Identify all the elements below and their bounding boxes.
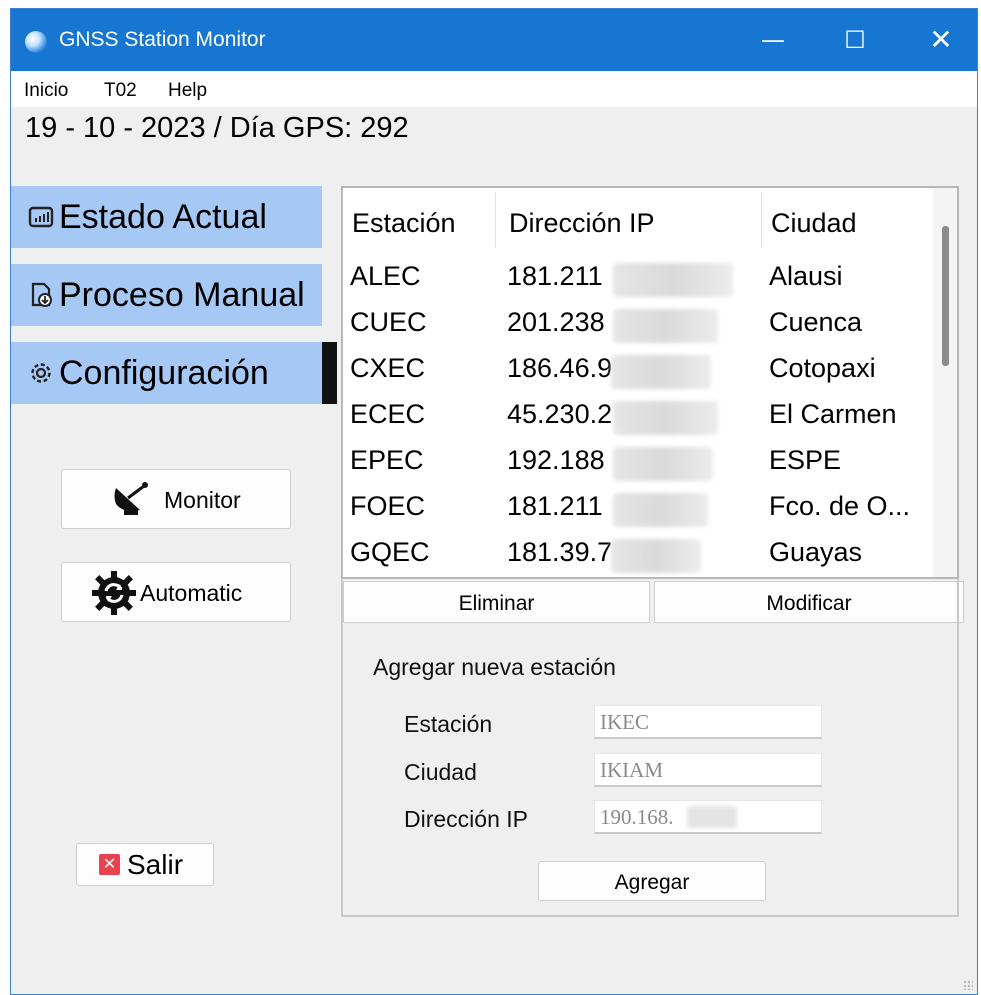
nav-estado-actual[interactable]: Estado Actual [11, 186, 322, 248]
table-row[interactable]: CXEC 186.46.9 Cotopaxi [343, 349, 933, 395]
cell-station: EPEC [350, 445, 424, 475]
active-indicator [322, 342, 337, 404]
ip-label: Dirección IP [404, 806, 528, 832]
menu-bar: Inicio T02 Help [11, 71, 977, 107]
redacted-ip [613, 401, 718, 435]
salir-button[interactable]: ✕ Salir [76, 843, 214, 886]
col-header-ciudad[interactable]: Ciudad [771, 208, 857, 239]
table-row[interactable]: EPEC 192.188 ESPE [343, 441, 933, 487]
cell-city: El Carmen [769, 399, 897, 429]
menu-t02[interactable]: T02 [104, 80, 137, 102]
salir-button-label: Salir [127, 849, 184, 880]
monitor-button-label: Monitor [164, 487, 241, 513]
scrollbar-thumb[interactable] [942, 226, 949, 366]
minimize-button[interactable]: — [743, 19, 803, 61]
redacted-ip [687, 806, 737, 828]
nav-proceso-manual[interactable]: Proceso Manual [11, 264, 322, 326]
column-separator [495, 192, 496, 248]
monitor-icon [27, 189, 55, 228]
station-field[interactable]: IKEC [594, 705, 822, 739]
automatic-button-label: Automatic [140, 580, 243, 606]
table-row[interactable]: GQEC 181.39.7 Guayas [343, 533, 933, 577]
nav-label: Estado Actual [59, 198, 267, 236]
menu-help[interactable]: Help [168, 80, 207, 102]
cell-ip: 186.46.9 [507, 353, 613, 383]
cell-city: Guayas [769, 537, 863, 567]
cell-ip: 181.39.7 [507, 537, 613, 567]
title-bar[interactable]: GNSS Station Monitor — ☐ ✕ [11, 9, 977, 71]
automatic-button[interactable]: Automatic [61, 562, 291, 622]
cell-city: Fco. de O... [769, 491, 911, 521]
agregar-button[interactable]: Agregar [538, 861, 766, 901]
monitor-button[interactable]: Monitor [61, 469, 291, 529]
cell-ip: 181.211 [507, 491, 603, 521]
window-title: GNSS Station Monitor [59, 28, 266, 51]
gear-icon [27, 345, 55, 383]
add-station-title: Agregar nueva estación [373, 654, 616, 680]
cell-ip: 201.238 [507, 307, 605, 337]
cell-city: ESPE [769, 445, 842, 475]
resize-grip[interactable] [963, 980, 973, 990]
table-row[interactable]: ECEC 45.230.2 El Carmen [343, 395, 933, 441]
col-header-ip[interactable]: Dirección IP [509, 208, 655, 239]
cell-station: CXEC [350, 353, 426, 383]
cell-ip: 192.188 [507, 445, 605, 475]
redacted-ip [613, 447, 713, 481]
menu-inicio[interactable]: Inicio [24, 80, 68, 102]
gear-sync-icon [90, 570, 138, 621]
column-separator [761, 192, 762, 248]
ip-field[interactable]: 190.168. [594, 800, 822, 834]
date-gps-day: 19 - 10 - 2023 / Día GPS: 292 [25, 112, 409, 144]
cell-city: Alausi [769, 261, 843, 291]
app-window: GNSS Station Monitor — ☐ ✕ Inicio T02 He… [10, 8, 978, 995]
maximize-button[interactable]: ☐ [825, 19, 885, 61]
close-red-icon: ✕ [99, 854, 120, 875]
cell-station: CUEC [350, 307, 427, 337]
cell-station: ALEC [350, 261, 421, 291]
redacted-ip [613, 263, 733, 297]
table-row[interactable]: ALEC 181.211 Alausi [343, 257, 933, 303]
ip-field-value: 190.168. [600, 805, 674, 829]
city-field[interactable]: IKIAM [594, 753, 822, 787]
agregar-button-label: Agregar [614, 871, 690, 894]
satellite-dish-icon [110, 478, 152, 525]
table-row[interactable]: CUEC 201.238 Cuenca [343, 303, 933, 349]
cell-station: GQEC [350, 537, 430, 567]
col-header-estacion[interactable]: Estación [352, 208, 456, 239]
cell-city: Cuenca [769, 307, 863, 337]
table-row[interactable]: FOEC 181.211 Fco. de O... [343, 487, 933, 533]
redacted-ip [611, 355, 711, 389]
document-download-icon [27, 267, 55, 307]
cell-city: Cotopaxi [769, 353, 876, 383]
nav-label: Proceso Manual [59, 276, 305, 314]
globe-icon [25, 31, 47, 53]
station-label: Estación [404, 711, 493, 737]
redacted-ip [613, 309, 718, 343]
table-scrollbar[interactable] [933, 188, 957, 577]
cell-ip: 181.211 [507, 261, 603, 291]
stations-table[interactable]: Estación Dirección IP Ciudad ALEC 181.21… [341, 186, 959, 579]
cell-station: ECEC [350, 399, 426, 429]
nav-configuracion[interactable]: Configuración [11, 342, 322, 404]
redacted-ip [611, 539, 701, 573]
cell-station: FOEC [350, 491, 426, 521]
city-label: Ciudad [404, 759, 477, 785]
redacted-ip [613, 493, 708, 527]
close-button[interactable]: ✕ [911, 19, 971, 61]
cell-ip: 45.230.2 [507, 399, 613, 429]
nav-label: Configuración [59, 354, 269, 392]
